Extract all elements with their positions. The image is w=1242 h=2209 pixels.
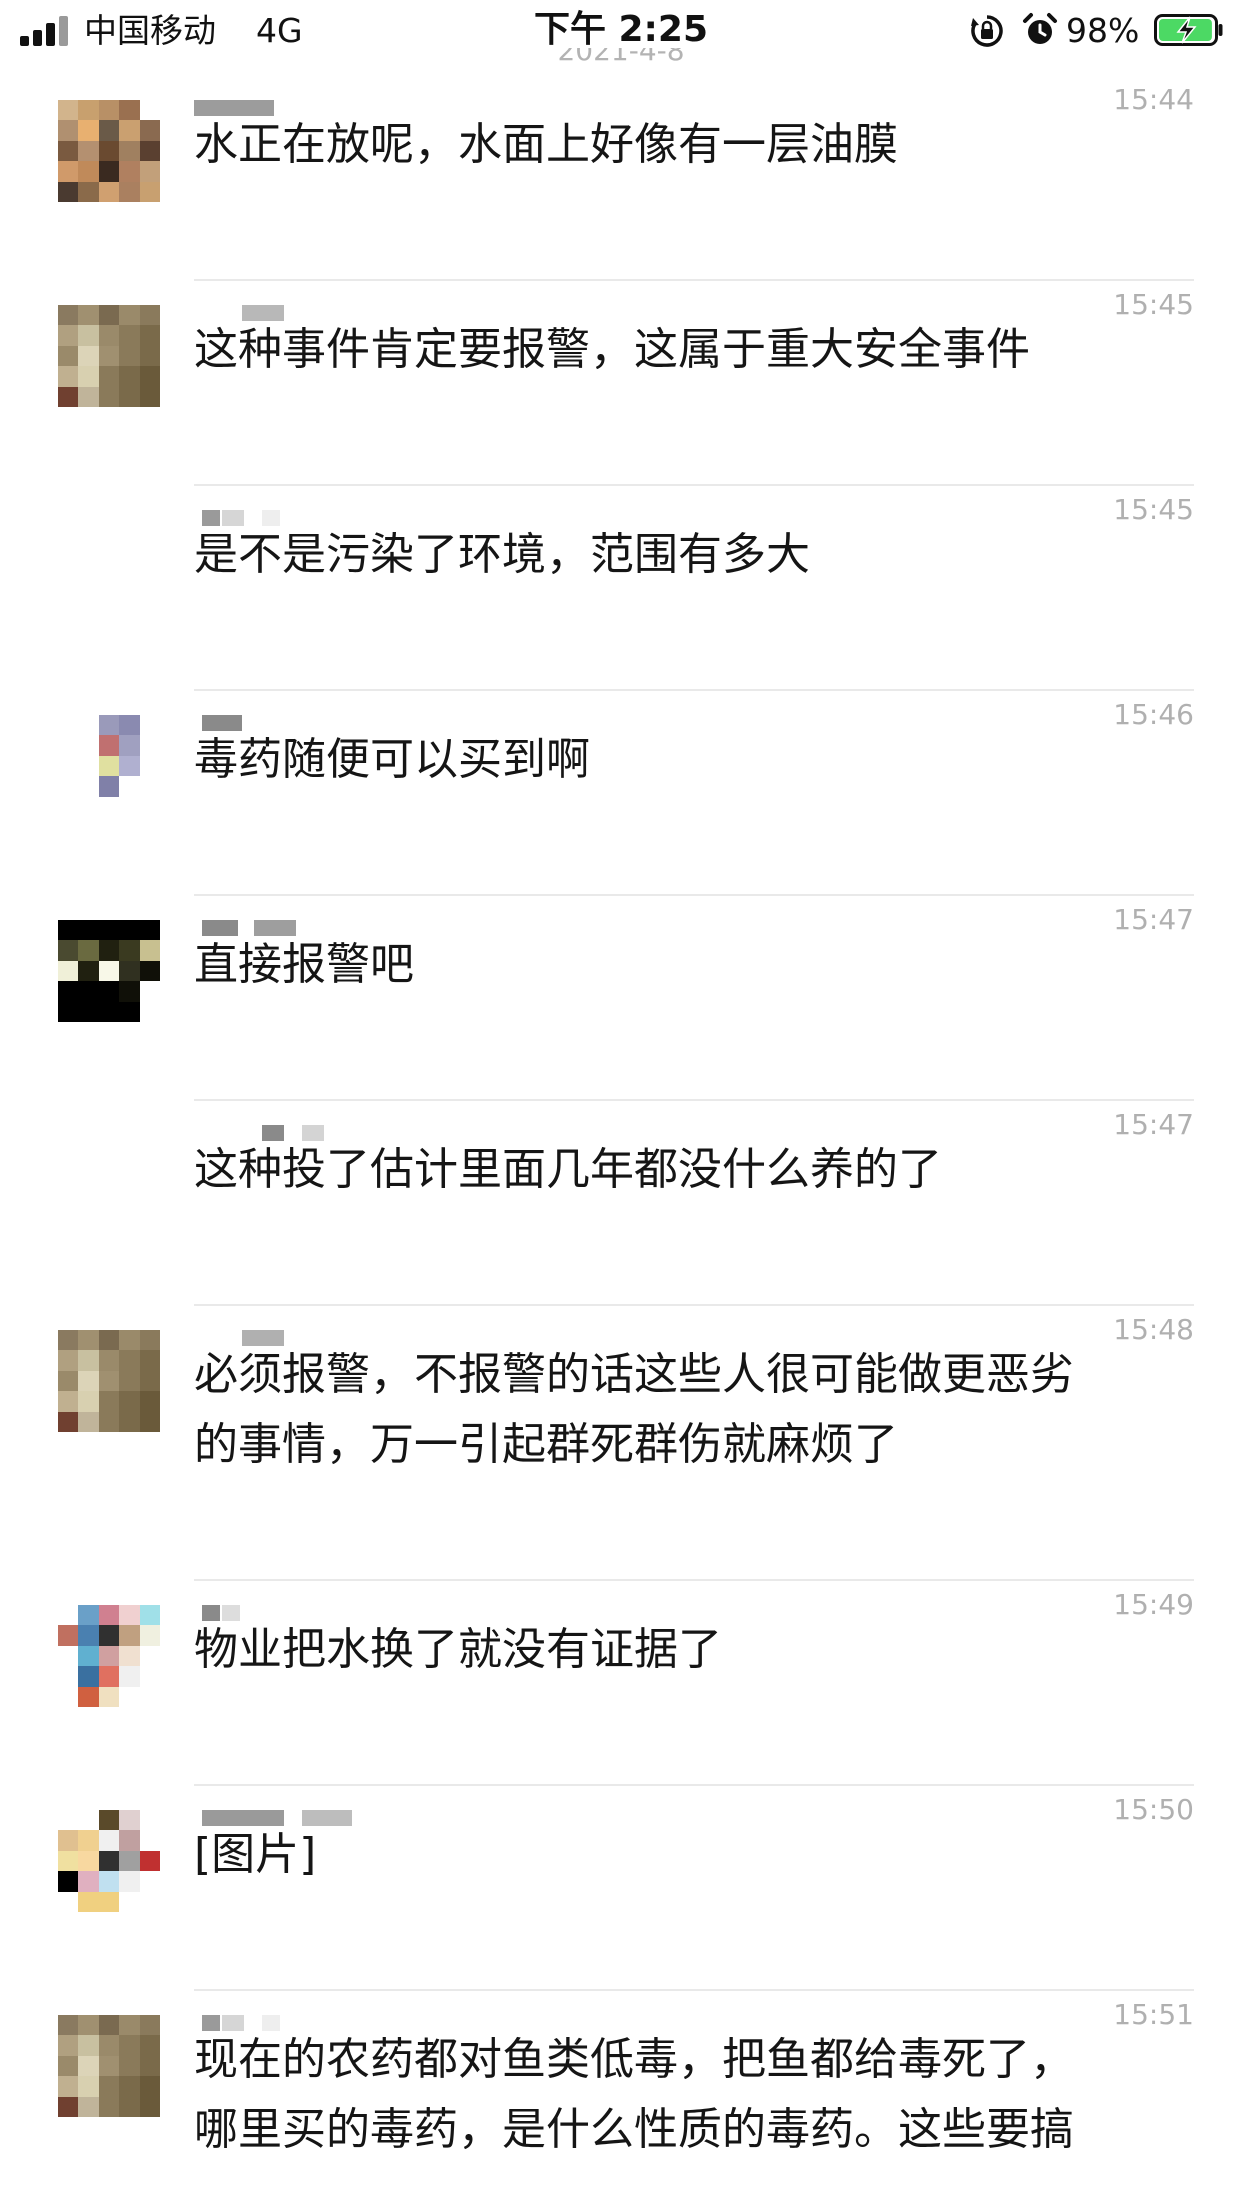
message-text: 物业把水换了就没有证据了 xyxy=(194,1624,722,1675)
message-divider xyxy=(194,279,1194,281)
chat-message[interactable]: 15:44 水正在放呢，水面上好像有一层油膜 xyxy=(0,84,1242,224)
message-divider xyxy=(194,484,1194,486)
chat-message-list[interactable]: 15:44 水正在放呢，水面上好像有一层油膜 15:45 这种事件肯定要报警，这属于重… xyxy=(0,0,1242,2208)
message-text: 现在的农药都对鱼类低毒，把鱼都给毒死了， xyxy=(194,2034,1074,2085)
chat-message[interactable]: 15:47 直接报警吧 xyxy=(0,904,1242,1044)
message-divider xyxy=(194,1784,1194,1786)
message-text: 这种事件肯定要报警，这属于重大安全事件 xyxy=(194,324,1030,375)
message-text: 的事情，万一引起群死群伤就麻烦了 xyxy=(194,1419,898,1470)
avatar[interactable] xyxy=(58,1330,160,1432)
avatar[interactable] xyxy=(58,1810,160,1912)
chat-message[interactable]: 15:51 现在的农药都对鱼类低毒，把鱼都给毒死了， 哪里买的毒药，是什么性质的毒药… xyxy=(0,1999,1242,2209)
avatar[interactable] xyxy=(58,715,160,817)
avatar[interactable] xyxy=(58,920,160,1022)
message-divider xyxy=(194,1579,1194,1581)
message-divider xyxy=(194,1304,1194,1306)
message-divider xyxy=(194,689,1194,691)
message-divider xyxy=(194,894,1194,896)
message-text: 毒药随便可以买到啊 xyxy=(194,734,590,785)
message-text: 必须报警，不报警的话这些人很可能做更恶劣 xyxy=(194,1349,1074,1400)
message-text: 这种投了估计里面几年都没什么养的了 xyxy=(194,1144,942,1195)
message-divider xyxy=(194,1989,1194,1991)
chat-message[interactable]: 15:47 这种投了估计里面几年都没什么养的了 xyxy=(0,1109,1242,1249)
avatar[interactable] xyxy=(58,100,160,202)
avatar[interactable] xyxy=(58,305,160,407)
message-text: [图片] xyxy=(194,1829,317,1880)
chat-message[interactable]: 15:48 必须报警，不报警的话这些人很可能做更恶劣 的事情，万一引起群死群伤就麻烦… xyxy=(0,1314,1242,1524)
chat-message[interactable]: 15:46 毒药随便可以买到啊 xyxy=(0,699,1242,839)
chat-message[interactable]: 15:45 是不是污染了环境，范围有多大 xyxy=(0,494,1242,634)
message-text: 水正在放呢，水面上好像有一层油膜 xyxy=(194,119,898,170)
message-text: 哪里买的毒药，是什么性质的毒药。这些要搞 xyxy=(194,2104,1074,2155)
message-text: 是不是污染了环境，范围有多大 xyxy=(194,529,810,580)
chat-message[interactable]: 15:45 这种事件肯定要报警，这属于重大安全事件 xyxy=(0,289,1242,429)
avatar[interactable] xyxy=(58,1605,160,1707)
chat-message[interactable]: 15:49 物业把水换了就没有证据了 xyxy=(0,1589,1242,1729)
message-text: 直接报警吧 xyxy=(194,939,414,990)
message-divider xyxy=(194,1099,1194,1101)
chat-message[interactable]: 15:50 [图片] xyxy=(0,1794,1242,1934)
avatar[interactable] xyxy=(58,2015,160,2117)
